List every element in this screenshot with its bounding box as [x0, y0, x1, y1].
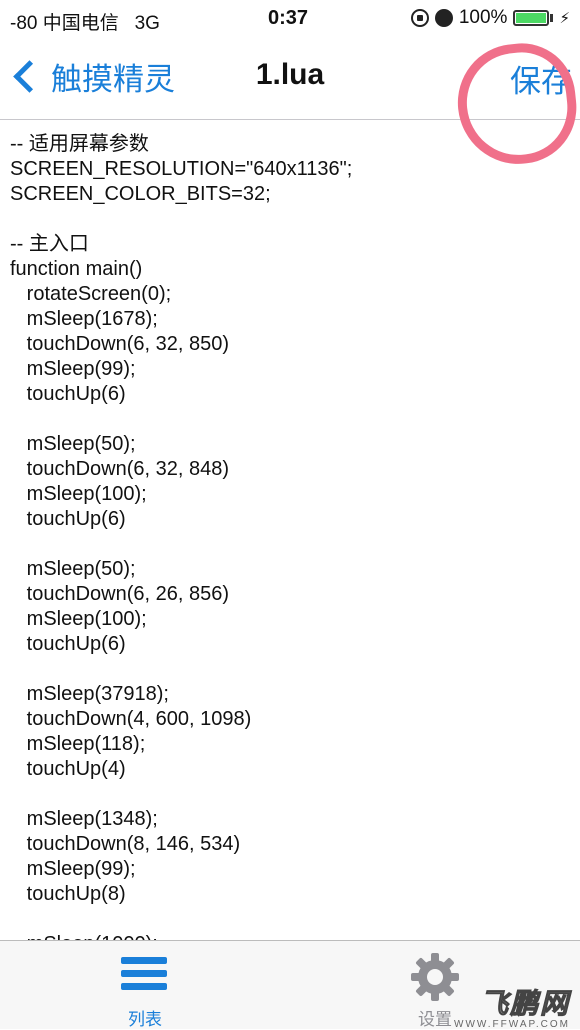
carrier-signal: -80 中国电信 3G [10, 13, 160, 34]
code-line: mSleep(99); [10, 358, 136, 380]
charging-icon: ⚡ [559, 10, 570, 27]
code-line: mSleep(118); [10, 733, 146, 755]
code-line: touchUp(6) [10, 508, 126, 530]
code-lines: -- 适用屏幕参数 SCREEN_RESOLUTION="640x1136"; SC… [0, 120, 580, 940]
code-line: mSleep(100); [10, 483, 147, 505]
watermark-logo-text: 飞鹏网 [479, 988, 570, 1020]
code-line: touchUp(6) [10, 633, 126, 655]
tab-list-label: 列表 [128, 1010, 162, 1029]
code-line: mSleep(100); [10, 608, 147, 630]
code-line: touchDown(6, 26, 856) [10, 583, 230, 605]
code-line: touchDown(6, 32, 848) [10, 458, 230, 480]
code-line: mSleep(37918); [10, 683, 169, 705]
code-line: -- 主入口 [10, 233, 89, 255]
navigation-bar: 触摸精灵 1.lua 保存 [0, 38, 580, 170]
code-line: -- 适用屏幕参数 [10, 133, 149, 155]
watermark: 飞鹏网 WWW.FFWAP.COM [454, 982, 570, 1030]
code-line: function main() [10, 258, 143, 280]
code-line: rotateScreen(0); [10, 283, 172, 305]
code-line: touchDown(4, 600, 1098) [10, 708, 252, 730]
code-line: SCREEN_RESOLUTION="640x1136"; [10, 158, 353, 180]
rotation-lock-icon [410, 9, 429, 27]
code-line: SCREEN_COLOR_BITS=32; [10, 183, 271, 205]
battery-tip [550, 14, 554, 22]
code-line: touchDown(6, 32, 850) [10, 333, 230, 355]
back-button[interactable]: 触摸精灵 [12, 54, 175, 99]
code-line: mSleep(1348); [10, 808, 158, 830]
battery-fill [516, 13, 547, 23]
code-line: touchDown(8, 146, 534) [10, 833, 241, 855]
chevron-left-icon [13, 60, 46, 93]
back-button-label: 触摸精灵 [51, 62, 175, 97]
code-line: mSleep(1000); [10, 932, 570, 940]
alarm-icon [434, 9, 453, 27]
status-bar: -80 中国电信 3G 0:37 100% ⚡ [0, 0, 580, 38]
status-icons: 100% ⚡ [410, 6, 570, 30]
code-line: mSleep(50); [10, 558, 136, 580]
watermark-url: WWW.FFWAP.COM [454, 1019, 570, 1030]
list-icon [121, 957, 167, 991]
code-line: mSleep(1678); [10, 308, 158, 330]
code-line: touchUp(6) [10, 383, 126, 405]
code-line: mSleep(99); [10, 858, 136, 880]
code-line: mSleep(50); [10, 433, 136, 455]
code-line: touchUp(8) [10, 883, 126, 905]
tab-list[interactable]: 列表 [65, 941, 225, 1030]
clock: 0:37 [268, 7, 309, 29]
battery-icon [513, 10, 550, 26]
code-line: touchUp(4) [10, 758, 126, 780]
battery-percent: 100% [458, 7, 508, 28]
script-editor[interactable]: -- 适用屏幕参数 SCREEN_RESOLUTION="640x1136"; SC… [0, 120, 580, 940]
